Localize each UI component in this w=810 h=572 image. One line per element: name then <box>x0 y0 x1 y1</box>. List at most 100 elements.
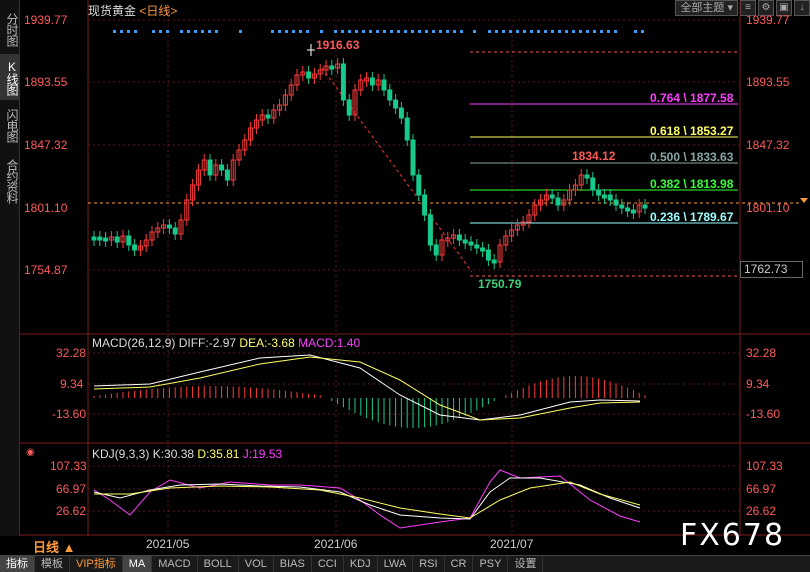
indicator-tab-boll[interactable]: BOLL <box>198 556 239 572</box>
signal-dot <box>208 30 211 33</box>
fib-level-0500: 0.500 \ 1833.63 <box>650 150 734 164</box>
indicator-toggle-icon[interactable]: ◉ <box>26 447 35 458</box>
date-tick: 2021/06 <box>314 537 358 551</box>
signal-dot <box>502 30 505 33</box>
price-tick: 1801.10 <box>24 201 68 215</box>
price-tick: 1939.77 <box>746 13 790 27</box>
signal-dot <box>544 30 547 33</box>
signal-dot <box>180 30 183 33</box>
signal-dot <box>127 30 130 33</box>
candle-body <box>340 63 346 101</box>
candle-body <box>97 236 103 241</box>
current-price-label: 1762.73 <box>740 261 803 278</box>
indicator-tab-cci[interactable]: CCI <box>312 556 344 572</box>
kline-chart[interactable] <box>0 0 810 571</box>
indicator-tab-指标[interactable]: 指标 <box>0 556 35 572</box>
swing-high-annotation: 1834.12 <box>572 149 616 163</box>
macd-tick: 32.28 <box>56 346 87 360</box>
candle-body <box>219 164 225 171</box>
kdj-tick: 107.33 <box>50 459 87 473</box>
candle-body <box>398 107 404 119</box>
signal-dot <box>404 30 407 33</box>
macd-title: MACD(26,12,9) DIFF:-2.97 DEA:-3.68 MACD:… <box>92 336 361 350</box>
candle-body <box>462 239 468 244</box>
candle-body <box>625 207 631 212</box>
candle-body <box>491 259 497 264</box>
signal-dot <box>600 30 603 33</box>
indicator-tab-设置[interactable]: 设置 <box>508 556 544 572</box>
indicator-tab-bias[interactable]: BIAS <box>274 556 312 572</box>
candle-body <box>456 234 462 241</box>
indicator-tab-psy[interactable]: PSY <box>473 556 509 572</box>
candle-body <box>404 117 410 141</box>
signal-dot <box>355 30 358 33</box>
indicator-tab-模板[interactable]: 模板 <box>35 556 70 572</box>
signal-dot <box>453 30 456 33</box>
signal-dot <box>473 30 476 33</box>
candle-body <box>601 194 607 199</box>
signal-dot <box>495 30 498 33</box>
macd-tick: 9.34 <box>746 377 770 391</box>
date-tick: 2021/07 <box>490 537 534 551</box>
signal-dot <box>239 30 242 33</box>
signal-dot <box>446 30 449 33</box>
candle-body <box>590 177 596 191</box>
candle-body <box>114 236 120 243</box>
signal-dot <box>411 30 414 33</box>
price-tick: 1893.55 <box>24 75 68 89</box>
kdj-d-line <box>94 481 641 519</box>
candle-body <box>422 194 428 216</box>
fib-level-0382: 0.382 \ 1813.98 <box>650 177 734 191</box>
indicator-tab-rsi[interactable]: RSI <box>413 556 445 572</box>
signal-dot <box>376 30 379 33</box>
signal-dot <box>397 30 400 33</box>
indicator-tab-ma[interactable]: MA <box>122 556 153 572</box>
candle-body <box>630 209 636 214</box>
kdj-tick: 26.62 <box>746 504 777 518</box>
signal-dot <box>488 30 491 33</box>
indicator-tab-cr[interactable]: CR <box>445 556 474 572</box>
indicator-tab-lwa[interactable]: LWA <box>378 556 414 572</box>
signal-dot <box>418 30 421 33</box>
signal-dot <box>215 30 218 33</box>
candle-body <box>416 174 422 196</box>
kdj-tick: 107.33 <box>746 459 783 473</box>
low-annotation: 1750.79 <box>478 277 522 291</box>
kdj-j-line <box>93 469 641 529</box>
signal-dot <box>383 30 386 33</box>
high-annotation: 1916.63 <box>316 38 360 52</box>
indicator-tab-vip指标[interactable]: VIP指标 <box>70 556 123 572</box>
signal-dot <box>558 30 561 33</box>
signal-dot <box>120 30 123 33</box>
signal-dot <box>362 30 365 33</box>
signal-dot <box>187 30 190 33</box>
indicator-tab-macd[interactable]: MACD <box>152 556 198 572</box>
signal-dot <box>320 30 323 33</box>
signal-dot <box>565 30 568 33</box>
candle-body <box>549 194 555 199</box>
signal-dot <box>614 30 617 33</box>
candle-body <box>387 89 393 101</box>
candle-body <box>103 237 109 242</box>
signal-dot <box>460 30 463 33</box>
signal-dot <box>516 30 519 33</box>
signal-dot <box>292 30 295 33</box>
indicator-tab-vol[interactable]: VOL <box>239 556 274 572</box>
candle-body <box>166 224 172 229</box>
candle-body <box>596 189 602 196</box>
signal-dot <box>634 30 637 33</box>
signal-dot <box>306 30 309 33</box>
signal-dot <box>641 30 644 33</box>
signal-dot <box>439 30 442 33</box>
indicator-tab-kdj[interactable]: KDJ <box>344 556 378 572</box>
candle-body <box>427 214 433 246</box>
signal-dot <box>201 30 204 33</box>
candle-body <box>393 99 399 109</box>
kdj-tick: 26.62 <box>56 504 87 518</box>
signal-dot <box>348 30 351 33</box>
candle-body <box>433 244 439 256</box>
candle-body <box>172 227 178 235</box>
period-selector-button[interactable]: 日线 ▲ <box>33 537 75 556</box>
signal-dot <box>530 30 533 33</box>
candle-body <box>306 71 312 79</box>
